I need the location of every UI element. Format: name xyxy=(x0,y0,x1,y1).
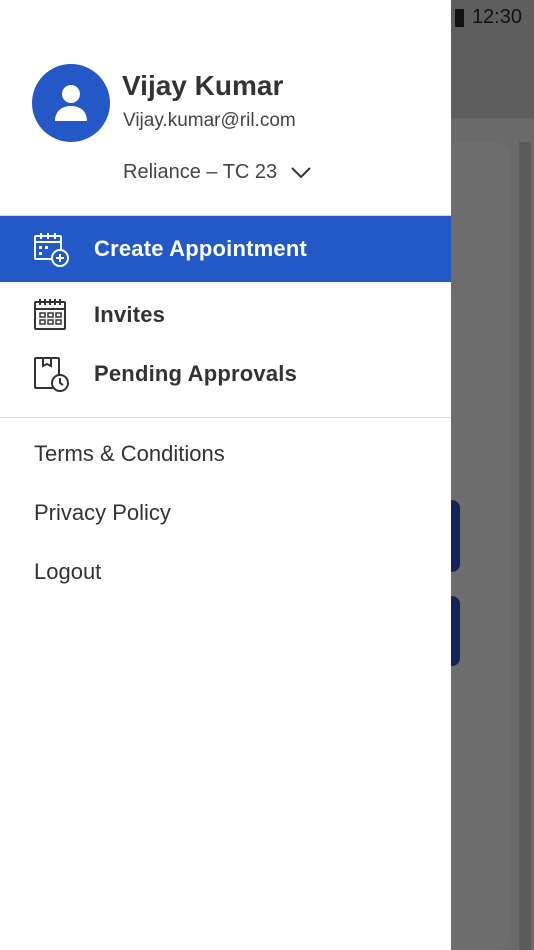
avatar[interactable] xyxy=(32,64,110,142)
user-icon xyxy=(55,85,87,121)
organization-dropdown[interactable]: Reliance – TC 23 xyxy=(123,161,311,184)
menu-item-label: Pending Approvals xyxy=(94,361,298,386)
calendar-grid-icon xyxy=(34,299,66,330)
status-time: 12:30 xyxy=(471,6,522,28)
background-scrollbar xyxy=(519,142,531,950)
calendar-add-icon xyxy=(34,233,69,267)
link-terms-and-conditions[interactable]: Terms & Conditions xyxy=(34,441,225,467)
status-bar: 12:30 xyxy=(454,6,522,29)
user-email: Vijay.kumar@ril.com xyxy=(123,110,296,131)
divider xyxy=(0,417,451,418)
menu-item-pending-approvals[interactable]: Pending Approvals xyxy=(0,341,451,407)
navigation-drawer: Vijay Kumar Vijay.kumar@ril.com Reliance… xyxy=(0,0,451,950)
chevron-down-icon xyxy=(291,166,311,178)
document-clock-icon xyxy=(34,357,69,392)
organization-label: Reliance – TC 23 xyxy=(123,161,278,183)
battery-icon xyxy=(454,8,464,27)
user-name: Vijay Kumar xyxy=(122,70,284,101)
logout-button[interactable]: Logout xyxy=(34,559,101,585)
link-privacy-policy[interactable]: Privacy Policy xyxy=(34,500,171,526)
menu-item-label: Invites xyxy=(94,302,166,327)
menu-item-invites[interactable]: Invites xyxy=(0,282,451,348)
menu-item-create-appointment[interactable]: Create Appointment xyxy=(0,216,451,282)
menu-item-label: Create Appointment xyxy=(94,236,308,261)
